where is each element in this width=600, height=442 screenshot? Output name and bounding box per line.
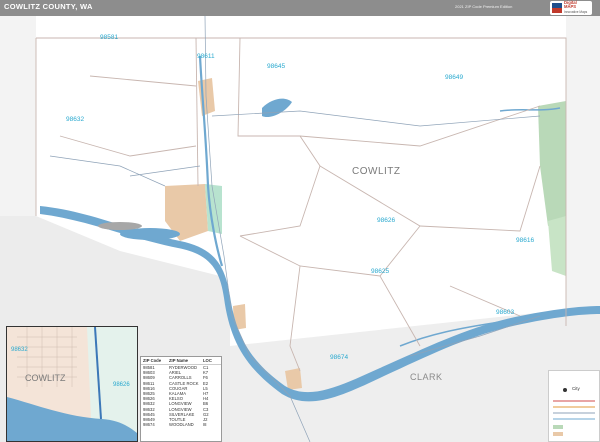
logo-flag-icon: [552, 3, 562, 13]
neighbor-county-label: CLARK: [410, 372, 443, 382]
zip-label: 98674: [330, 354, 349, 361]
map-frame: COWLITZ COUNTY, WA 2021 ZIP Code Premium…: [0, 0, 600, 442]
east-neighbor-area: [566, 16, 600, 326]
zip-legend-table: ZIP Code ZIP Name LOC 98581 RYDERWOOD C1 9…: [140, 356, 222, 442]
inset-zip-label: 98632: [11, 347, 28, 353]
legend-col-zip: ZIP Code: [143, 358, 162, 363]
zip-label: 98616: [516, 237, 535, 244]
inset-zip-label: 98626: [113, 382, 130, 388]
map-key-symbols: [553, 388, 595, 436]
zip-label: 98649: [445, 74, 464, 81]
city-woodland: [285, 368, 302, 390]
county-name-label: COWLITZ: [352, 166, 401, 177]
publisher-logo: Digital MAPS Innovative Maps: [550, 0, 592, 15]
zip-label: 98626: [377, 217, 396, 224]
map-key: [548, 370, 600, 442]
zip-label: 98603: [496, 309, 515, 316]
map-title: COWLITZ COUNTY, WA: [4, 2, 93, 11]
legend-row: 98674 WOODLAND I8: [143, 422, 207, 428]
map-key-city-label: City: [572, 386, 580, 391]
zip-label: 98611: [197, 53, 215, 60]
zip-label: 98625: [371, 268, 390, 275]
river-island: [98, 222, 142, 230]
inset-county-label: COWLITZ: [25, 373, 66, 383]
title-bar: COWLITZ COUNTY, WA 2021 ZIP Code Premium…: [0, 0, 600, 16]
river-wide-section: [120, 228, 180, 240]
legend-col-name: ZIP Name: [169, 358, 189, 363]
zip-label: 98581: [100, 34, 119, 41]
legend-col-loc: LOC: [203, 358, 212, 363]
zip-label: 98632: [66, 116, 85, 123]
edition-label: 2021 ZIP Code Premium Edition: [455, 4, 513, 9]
inset-map[interactable]: COWLITZ 98632 98626: [6, 326, 138, 442]
logo-text-tagline: Innovative Maps: [564, 9, 588, 14]
legend-header: ZIP Code ZIP Name LOC: [141, 357, 221, 365]
zip-label: 98645: [267, 63, 286, 70]
